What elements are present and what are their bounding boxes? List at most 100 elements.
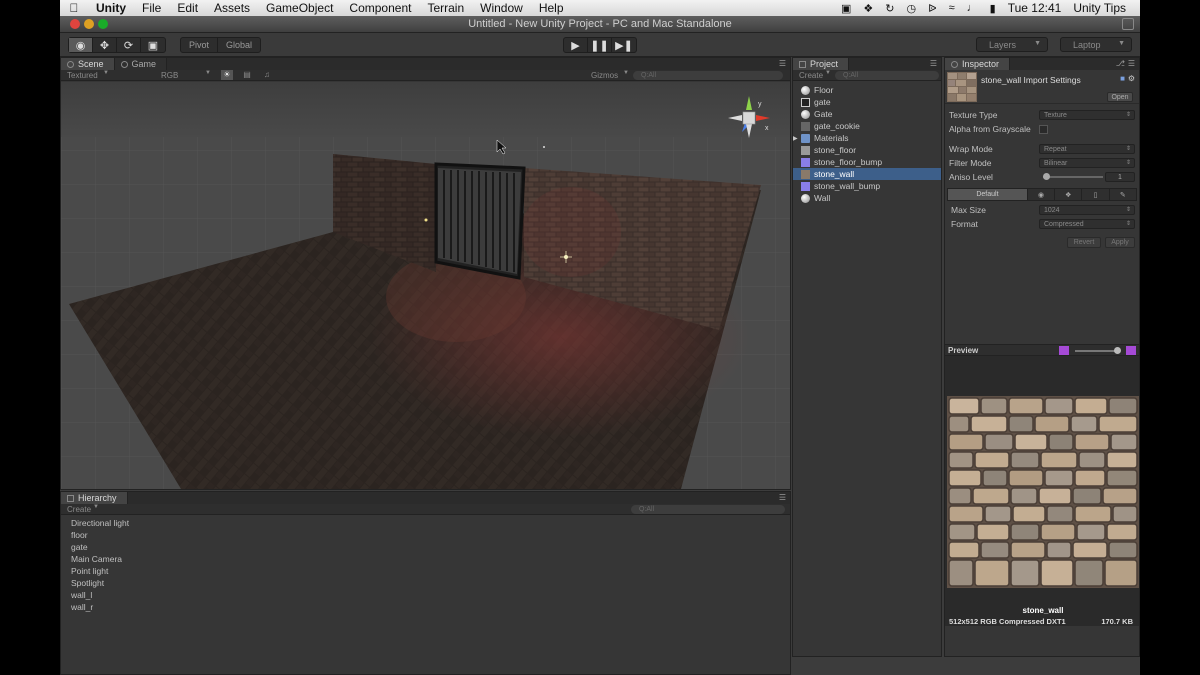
tab-scene[interactable]: Scene	[61, 58, 115, 70]
mip-slider-handle[interactable]	[1114, 347, 1121, 354]
hand-tool-button[interactable]: ◉	[69, 38, 93, 52]
panel-menu-icon[interactable]: ☰	[779, 493, 786, 502]
menu-help[interactable]: Help	[531, 1, 572, 15]
alpha-checkbox[interactable]	[1039, 124, 1048, 134]
list-item[interactable]: ▶ Materials	[793, 132, 941, 144]
menu-gameobject[interactable]: GameObject	[258, 1, 341, 15]
scene-viewport[interactable]: y x	[61, 82, 790, 489]
platform-android-tab[interactable]: ✎	[1110, 189, 1136, 200]
minimize-window-icon[interactable]	[84, 19, 94, 29]
list-item[interactable]: Gate	[801, 108, 941, 120]
list-item-selected[interactable]: stone_wall	[793, 168, 941, 180]
rgb-channel-icon[interactable]	[1059, 346, 1069, 355]
gizmos-dropdown[interactable]: Gizmos	[591, 71, 618, 80]
revert-button[interactable]: Revert	[1067, 237, 1101, 248]
dropbox-icon[interactable]: ❖	[863, 2, 873, 15]
format-dropdown[interactable]: Compressed ⇕	[1039, 219, 1135, 229]
mip-level-icon[interactable]	[1126, 346, 1136, 355]
tab-game[interactable]: Game	[114, 58, 168, 70]
time-machine-icon[interactable]: ↻	[885, 2, 894, 15]
expand-arrow-icon[interactable]: ▶	[793, 135, 799, 142]
tab-inspector[interactable]: Inspector	[945, 58, 1011, 70]
tab-project[interactable]: Project	[793, 58, 850, 70]
aniso-value-field[interactable]: 1	[1105, 172, 1135, 182]
lock-icon[interactable]: ⎇	[1116, 59, 1125, 68]
project-create-button[interactable]: Create	[799, 71, 823, 80]
apple-icon[interactable]: 	[60, 1, 88, 15]
fullscreen-icon[interactable]	[1122, 18, 1134, 30]
move-tool-button[interactable]: ✥	[93, 38, 117, 52]
tab-hierarchy[interactable]: Hierarchy	[61, 492, 128, 504]
volume-icon[interactable]: ♩	[967, 2, 978, 14]
hierarchy-item[interactable]: Main Camera	[71, 553, 790, 565]
hierarchy-item[interactable]: gate	[71, 541, 790, 553]
platform-web-tab[interactable]: ◉	[1028, 189, 1056, 200]
scene-image-toggle-icon[interactable]: ▤	[241, 70, 253, 80]
list-item[interactable]: Wall	[801, 192, 941, 204]
layers-dropdown[interactable]: Layers ▼	[976, 37, 1048, 52]
menubar-clock[interactable]: Tue 12:41	[1008, 1, 1062, 15]
panel-menu-icon[interactable]: ☰	[1128, 59, 1135, 68]
play-button[interactable]: ▶	[564, 38, 588, 52]
hierarchy-item[interactable]: wall_r	[71, 601, 790, 613]
hierarchy-item[interactable]: Point light	[71, 565, 790, 577]
list-item[interactable]: stone_floor	[801, 144, 941, 156]
hierarchy-create-button[interactable]: Create	[67, 505, 91, 514]
menu-edit[interactable]: Edit	[169, 1, 206, 15]
pause-button[interactable]: ❚❚	[588, 38, 612, 52]
panel-menu-icon[interactable]: ☰	[930, 59, 937, 68]
platform-standalone-tab[interactable]: ❖	[1055, 189, 1083, 200]
texture-type-dropdown[interactable]: Texture ⇕	[1039, 110, 1135, 120]
hierarchy-item[interactable]: Directional light	[71, 517, 790, 529]
help-icon[interactable]: ■	[1120, 74, 1125, 83]
scene-search-input[interactable]: Q:All	[633, 71, 783, 80]
menu-window[interactable]: Window	[472, 1, 531, 15]
platform-mobile-tab[interactable]: ▯	[1082, 189, 1110, 200]
global-toggle[interactable]: Global	[218, 38, 260, 52]
battery-icon[interactable]: ▮	[990, 2, 996, 15]
apply-button[interactable]: Apply	[1105, 237, 1135, 248]
list-item[interactable]: gate	[801, 96, 941, 108]
hierarchy-search-input[interactable]: Q:All	[631, 505, 785, 514]
hierarchy-item[interactable]: Spotlight	[71, 577, 790, 589]
orientation-gizmo[interactable]: y x	[724, 92, 774, 142]
platform-default-tab[interactable]: Default	[948, 189, 1028, 200]
filter-mode-dropdown[interactable]: Bilinear ⇕	[1039, 158, 1135, 168]
camera-status-icon[interactable]: ▣	[841, 2, 851, 15]
render-mode-dropdown[interactable]: Textured	[67, 71, 98, 80]
audio-toggle-icon[interactable]: ♫	[261, 70, 273, 80]
hierarchy-item[interactable]: floor	[71, 529, 790, 541]
menu-assets[interactable]: Assets	[206, 1, 258, 15]
bluetooth-icon[interactable]: ᐉ	[928, 2, 936, 15]
project-search-input[interactable]: Q:All	[835, 71, 939, 80]
aniso-slider-handle[interactable]	[1043, 173, 1050, 180]
list-item[interactable]: Floor	[801, 84, 941, 96]
stopwatch-icon[interactable]: ◷	[907, 2, 917, 15]
scale-tool-button[interactable]: ▣	[141, 38, 165, 52]
step-button[interactable]: ▶❚	[612, 38, 636, 52]
max-size-dropdown[interactable]: 1024 ⇕	[1039, 205, 1135, 215]
pivot-toggle[interactable]: Pivot	[181, 38, 219, 52]
mip-slider-track[interactable]	[1075, 350, 1119, 352]
list-item[interactable]: gate_cookie	[801, 120, 941, 132]
layout-dropdown[interactable]: Laptop ▼	[1060, 37, 1132, 52]
close-window-icon[interactable]	[70, 19, 80, 29]
wrap-mode-dropdown[interactable]: Repeat ⇕	[1039, 144, 1135, 154]
open-button[interactable]: Open	[1107, 92, 1133, 102]
lighting-toggle-icon[interactable]: ☀	[221, 70, 233, 80]
menu-component[interactable]: Component	[341, 1, 419, 15]
menubar-user[interactable]: Unity Tips	[1073, 1, 1126, 15]
aniso-slider-track[interactable]	[1043, 176, 1103, 178]
color-mode-dropdown[interactable]: RGB	[161, 71, 178, 80]
panel-menu-icon[interactable]: ☰	[779, 59, 786, 68]
wifi-icon[interactable]: ≈	[949, 2, 955, 14]
rotate-tool-button[interactable]: ⟳	[117, 38, 141, 52]
menu-file[interactable]: File	[134, 1, 169, 15]
gear-icon[interactable]: ⚙	[1128, 74, 1135, 83]
menu-unity[interactable]: Unity	[88, 1, 134, 15]
list-item[interactable]: stone_floor_bump	[801, 156, 941, 168]
hierarchy-item[interactable]: wall_l	[71, 589, 790, 601]
menu-terrain[interactable]: Terrain	[419, 1, 472, 15]
zoom-window-icon[interactable]	[98, 19, 108, 29]
list-item[interactable]: stone_wall_bump	[801, 180, 941, 192]
